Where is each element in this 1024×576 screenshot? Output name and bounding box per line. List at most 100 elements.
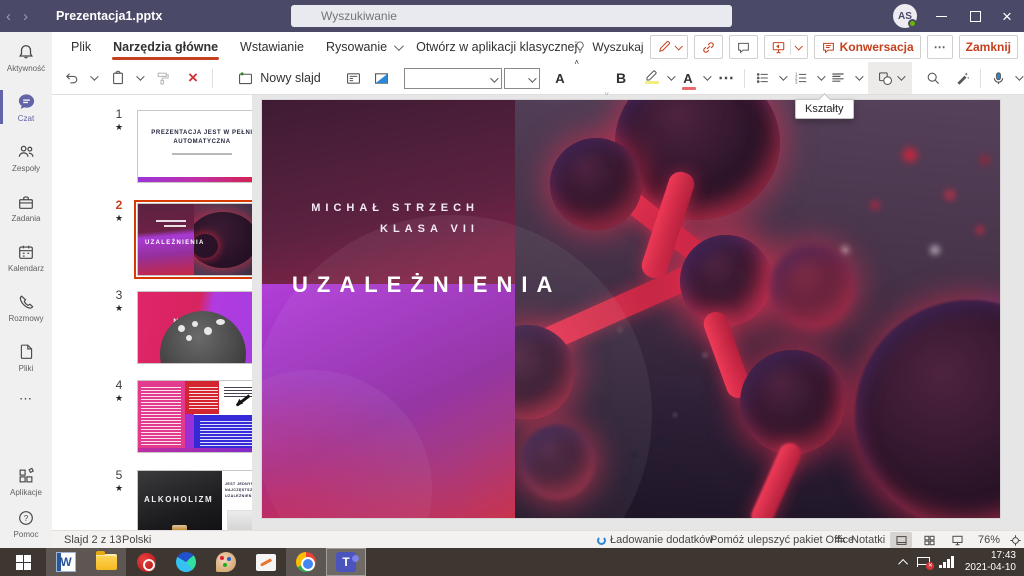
close-button[interactable] [990,0,1024,32]
delete-button[interactable]: × [180,62,206,94]
font-more-button[interactable]: ⋯ [714,62,738,94]
find-button[interactable] [920,62,946,94]
notes-toggle[interactable]: Notatki [834,531,885,549]
align-menu-chevron[interactable] [850,62,862,94]
dictate-menu-chevron[interactable] [1010,62,1022,94]
sidebar-item-files[interactable]: Pliki [0,332,52,382]
taskbar-search-app[interactable] [126,548,166,576]
slide-sorter-view-button[interactable] [918,532,940,548]
whiteboard-icon [256,554,276,571]
apps-icon [16,466,36,486]
search-input[interactable] [291,5,732,27]
highlight-color-button[interactable] [638,62,664,94]
bullets-button[interactable] [750,62,776,94]
taskbar-clock[interactable]: 17:43 2021-04-10 [965,550,1016,575]
fit-to-window-button[interactable] [1004,532,1024,548]
forward-icon[interactable]: › [17,9,34,24]
ribbon-more-button[interactable]: ⋯ [927,35,953,59]
taskbar-word[interactable]: W [46,548,86,576]
language-status[interactable]: Polski [122,531,151,549]
thumbnail-slide-4[interactable] [137,380,252,453]
numbering-button[interactable]: 123 [788,62,814,94]
sidebar-item-teams[interactable]: Zespoły [0,132,52,182]
slide-author-text[interactable]: MICHAŁ STRZECH KLASA VII [311,198,479,240]
briefcase-icon [16,192,36,212]
window-title: Prezentacja1.pptx [56,9,162,23]
tab-draw[interactable]: Rysowanie [315,32,398,62]
thumbnail-slide-5[interactable]: ALKOHOLIZM JEST JEDNYM Z NAJCZĘSTSZYCH U… [137,470,252,530]
dictate-button[interactable] [986,62,1010,94]
close-file-button[interactable]: Zamknij [959,35,1018,59]
thumbnail-slide-1[interactable]: PREZENTACJA JEST W PEŁNI AUTOMATYCZNA [137,110,252,183]
taskbar-edge[interactable] [166,548,206,576]
sidebar-more-button[interactable]: ⋯ [0,382,52,416]
pen-icon [657,40,671,54]
highlight-menu-chevron[interactable] [662,62,674,94]
font-name-select[interactable] [404,68,502,89]
font-color-button[interactable]: A [676,62,700,94]
present-icon [771,40,786,55]
font-color-menu-chevron[interactable] [698,62,710,94]
tab-file[interactable]: Plik [60,32,102,62]
animation-star-icon: ★ [110,303,128,314]
grow-font-button[interactable]: A˄ [548,62,572,94]
slide-counter[interactable]: Slajd 2 z 13 [64,531,121,549]
tab-home[interactable]: Narzędzia główne [102,32,229,62]
back-icon[interactable]: ‹ [0,9,17,24]
maximize-button[interactable] [958,0,992,32]
edge-icon [176,552,196,572]
thumbnail-slide-2[interactable]: UZALEŻNIENIA [137,203,252,276]
slide-canvas-area: MICHAŁ STRZECH KLASA VII UZALEŻNIENIA [252,95,1024,530]
comments-button[interactable] [729,35,758,59]
designer-button[interactable] [368,62,394,94]
taskbar-chrome[interactable] [286,548,326,576]
shapes-button[interactable] [868,62,912,94]
layout-button[interactable] [340,62,366,94]
teams-sidebar: Aktywność Czat Zespoły Zadania Kalendarz… [0,32,52,548]
paste-menu-chevron[interactable] [130,62,144,94]
slideshow-view-button[interactable] [946,532,968,548]
normal-view-button[interactable] [890,532,912,548]
slide-editor[interactable]: MICHAŁ STRZECH KLASA VII UZALEŻNIENIA [262,100,1000,518]
design-ideas-button[interactable] [950,62,976,94]
bullets-menu-chevron[interactable] [774,62,786,94]
sidebar-item-assignments[interactable]: Zadania [0,182,52,232]
sidebar-item-chat[interactable]: Czat [0,82,52,132]
quick-toolbar: × Nowy slajd A˄ A˅ B A ⋯ 123 [52,62,1024,95]
file-icon [16,342,36,362]
tellme-search[interactable]: Wyszukaj [573,40,643,54]
taskbar-whiteboard[interactable] [246,548,286,576]
draw-pen-button[interactable] [650,35,688,59]
zoom-level[interactable]: 76% [978,531,1000,549]
taskbar-file-explorer[interactable] [86,548,126,576]
bold-button[interactable]: B [610,62,632,94]
slide-title-text[interactable]: UZALEŻNIENIA [292,272,561,298]
action-center-flag-icon[interactable]: ✕ [917,557,930,567]
copy-link-button[interactable] [694,35,723,59]
taskbar-teams[interactable]: T [326,548,366,576]
paste-button[interactable] [106,62,130,94]
feedback-link[interactable]: Pomóż ulepszyć pakiet Office [710,531,854,549]
tab-insert[interactable]: Wstawianie [229,32,315,62]
thumbnail-slide-3[interactable]: NARKOMANIA [137,291,252,364]
format-painter-button[interactable] [150,62,176,94]
start-button[interactable] [0,548,46,576]
sidebar-item-activity[interactable]: Aktywność [0,32,52,82]
new-slide-button[interactable]: Nowy slajd [220,62,338,94]
sidebar-item-help[interactable]: ? Pomoc [0,498,52,548]
network-signal-icon[interactable] [939,556,954,568]
undo-menu-chevron[interactable] [84,62,98,94]
font-size-select[interactable] [504,68,540,89]
taskbar-paint[interactable] [206,548,246,576]
align-button[interactable] [826,62,850,94]
minimize-button[interactable] [924,0,958,32]
bell-icon [16,42,36,62]
tab-open-in-desktop[interactable]: Otwórz w aplikacji klasycznej [405,32,588,62]
present-button[interactable] [764,35,808,59]
sidebar-item-calendar[interactable]: Kalendarz [0,232,52,282]
undo-button[interactable] [60,62,84,94]
conversation-button[interactable]: Konwersacja [814,35,921,59]
svg-text:?: ? [24,514,29,523]
sidebar-item-calls[interactable]: Rozmowy [0,282,52,332]
numbering-menu-chevron[interactable] [812,62,824,94]
